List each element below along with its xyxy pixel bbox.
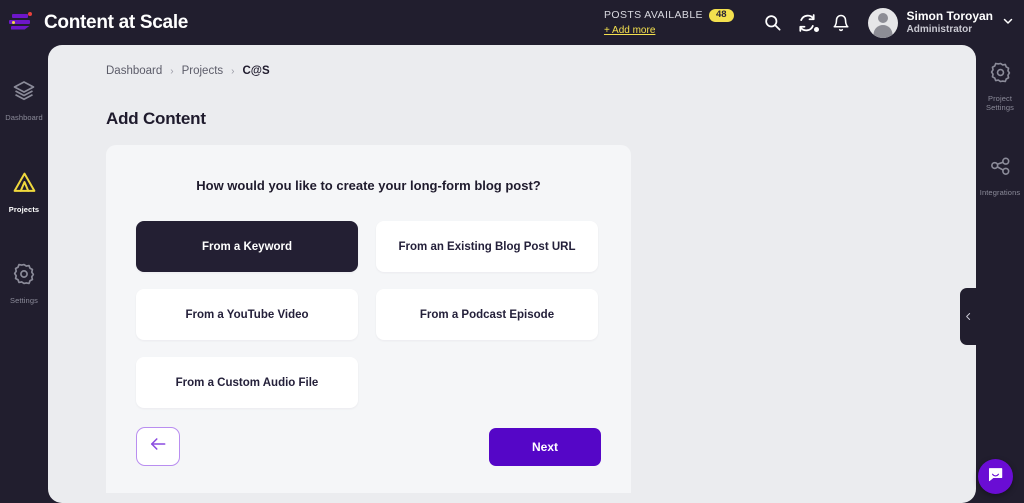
posts-available-block: POSTS AVAILABLE 48 + Add more bbox=[604, 9, 734, 37]
sidebar-item-label: Projects bbox=[9, 205, 39, 214]
user-role: Administrator bbox=[907, 24, 993, 37]
arrow-left-icon bbox=[148, 434, 168, 459]
content-source-options: From a Keyword From an Existing Blog Pos… bbox=[106, 221, 631, 408]
page-title: Add Content bbox=[106, 109, 206, 129]
sync-status-dot bbox=[814, 27, 819, 32]
option-from-a-custom-audio-file[interactable]: From a Custom Audio File bbox=[136, 357, 358, 408]
sidebar-item-project-settings[interactable]: Project Settings bbox=[976, 61, 1024, 113]
breadcrumb-item-projects[interactable]: Projects bbox=[182, 65, 224, 77]
sidebar-item-integrations[interactable]: Integrations bbox=[976, 155, 1024, 197]
top-header-bar: Content at Scale POSTS AVAILABLE 48 + Ad… bbox=[0, 0, 1024, 45]
gear-icon bbox=[12, 262, 36, 291]
right-panel-toggle[interactable] bbox=[960, 288, 976, 345]
sidebar-item-settings[interactable]: Settings bbox=[0, 262, 48, 305]
card-question: How would you like to create your long-f… bbox=[106, 178, 631, 193]
chevron-down-icon bbox=[1002, 14, 1014, 32]
tent-triangle-icon bbox=[12, 170, 37, 200]
breadcrumb: Dashboard › Projects › C@S bbox=[106, 65, 270, 77]
search-icon bbox=[763, 13, 782, 32]
right-sidebar: Project Settings Integrations bbox=[976, 45, 1024, 503]
posts-available-count-badge: 48 bbox=[709, 9, 734, 22]
bell-icon bbox=[832, 14, 850, 32]
chat-launcher-button[interactable] bbox=[978, 459, 1013, 494]
chevron-left-icon bbox=[964, 310, 973, 323]
brand-name: Content at Scale bbox=[44, 12, 188, 34]
option-from-an-existing-blog-post-url[interactable]: From an Existing Blog Post URL bbox=[376, 221, 598, 272]
option-from-a-youtube-video[interactable]: From a YouTube Video bbox=[136, 289, 358, 340]
left-sidebar: Dashboard Projects Settings bbox=[0, 45, 48, 503]
option-from-a-podcast-episode[interactable]: From a Podcast Episode bbox=[376, 289, 598, 340]
breadcrumb-item-dashboard[interactable]: Dashboard bbox=[106, 65, 162, 77]
add-content-card: How would you like to create your long-f… bbox=[106, 145, 631, 493]
user-menu[interactable]: Simon Toroyan Administrator bbox=[868, 8, 1014, 38]
sidebar-item-projects[interactable]: Projects bbox=[0, 170, 48, 214]
sidebar-item-label: Settings bbox=[10, 296, 38, 305]
layers-icon bbox=[12, 79, 36, 108]
header-right-cluster: POSTS AVAILABLE 48 + Add more bbox=[604, 0, 1024, 45]
notifications-button[interactable] bbox=[824, 6, 858, 40]
content-at-scale-logo-icon bbox=[9, 11, 35, 35]
sidebar-item-dashboard[interactable]: Dashboard bbox=[0, 79, 48, 122]
chat-bubble-icon bbox=[987, 466, 1004, 488]
search-button[interactable] bbox=[756, 6, 790, 40]
sync-button[interactable] bbox=[790, 6, 824, 40]
main-content-panel: Dashboard › Projects › C@S Add Content H… bbox=[48, 45, 976, 503]
next-button[interactable]: Next bbox=[489, 428, 601, 466]
user-name: Simon Toroyan bbox=[907, 9, 993, 24]
avatar bbox=[868, 8, 898, 38]
breadcrumb-item-current: C@S bbox=[243, 65, 270, 77]
app-root: Content at Scale POSTS AVAILABLE 48 + Ad… bbox=[0, 0, 1024, 503]
card-actions: Next bbox=[136, 427, 601, 466]
sidebar-item-label: Integrations bbox=[980, 188, 1020, 197]
share-nodes-icon bbox=[989, 155, 1012, 183]
posts-available-label: POSTS AVAILABLE bbox=[604, 9, 703, 21]
option-from-a-keyword[interactable]: From a Keyword bbox=[136, 221, 358, 272]
back-button[interactable] bbox=[136, 427, 180, 466]
add-more-link[interactable]: + Add more bbox=[604, 25, 655, 37]
brand-logo-area[interactable]: Content at Scale bbox=[9, 11, 188, 35]
breadcrumb-separator: › bbox=[231, 66, 234, 77]
gear-icon bbox=[989, 61, 1012, 89]
sidebar-item-label: Project Settings bbox=[986, 94, 1014, 113]
breadcrumb-separator: › bbox=[170, 66, 173, 77]
sidebar-item-label: Dashboard bbox=[5, 113, 43, 122]
